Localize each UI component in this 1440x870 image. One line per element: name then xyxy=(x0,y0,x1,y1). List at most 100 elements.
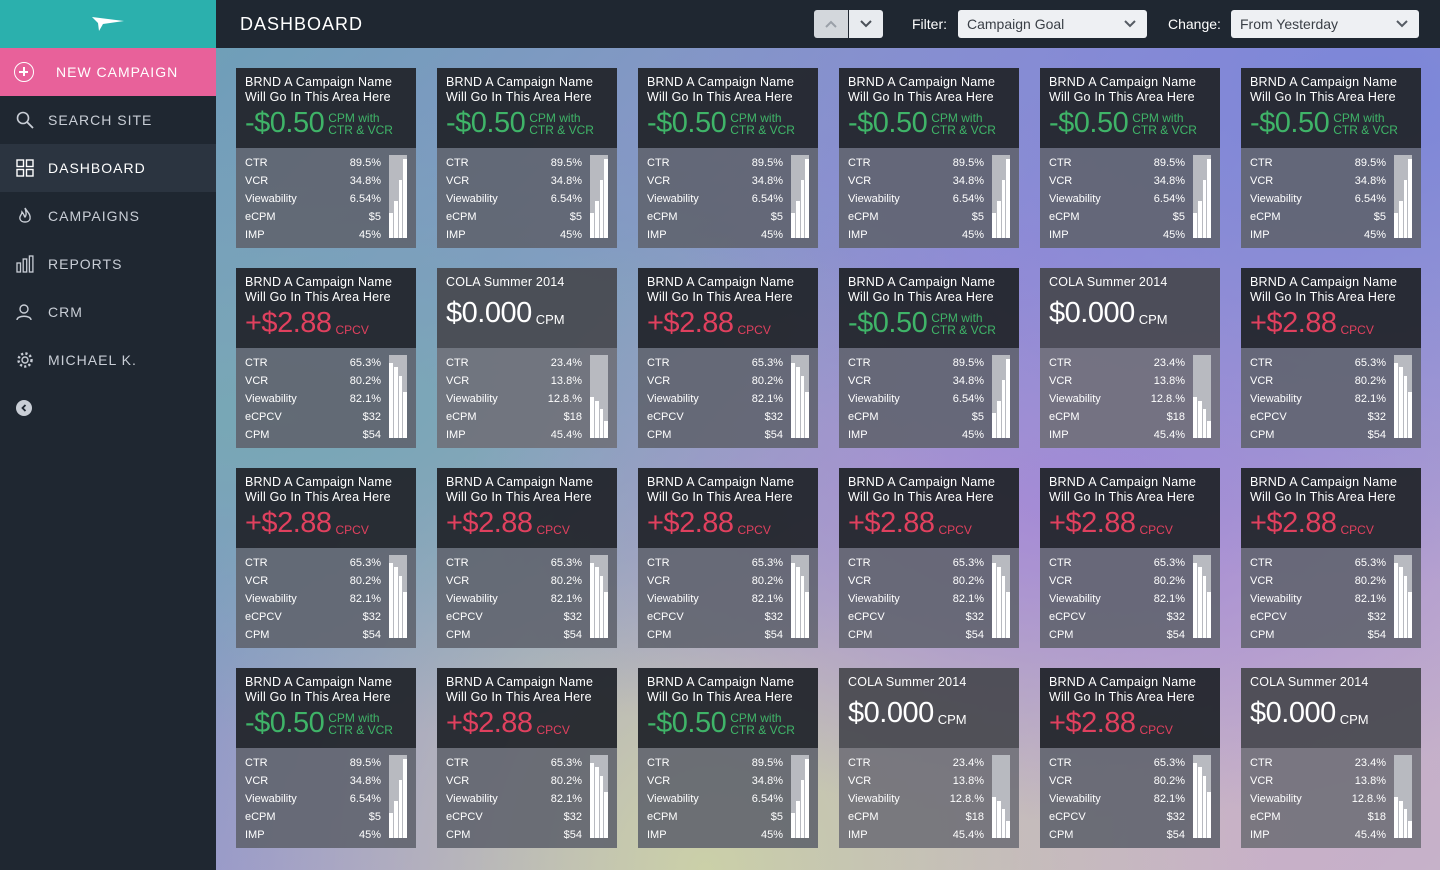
mini-bar-chart xyxy=(389,155,407,238)
metric-value: 80.2% xyxy=(952,575,984,587)
metric-label: CTR xyxy=(245,157,268,169)
metrics-list: CTR 89.5% VCR 34.8% Viewability 6.54% eCPM $5 IM… xyxy=(848,354,984,444)
metric-value: 80.2% xyxy=(1354,575,1386,587)
metric-row: CTR 65.3% xyxy=(446,554,582,572)
metric-value: 65.3% xyxy=(952,557,984,569)
campaign-card[interactable]: BRND A Campaign Name Will Go In This Are… xyxy=(1040,468,1220,648)
sidebar-item-label: SEARCH SITE xyxy=(48,112,153,128)
metric-label: VCR xyxy=(1250,775,1274,787)
metric-value: 34.8% xyxy=(1354,175,1386,187)
campaign-name: BRND A Campaign Name Will Go In This Are… xyxy=(245,475,393,504)
mini-bar xyxy=(996,400,1001,438)
sidebar-item-reports[interactable]: REPORTS xyxy=(0,240,216,288)
card-metrics: CTR 89.5% VCR 34.8% Viewability 6.54% eCPM $5 IM… xyxy=(1241,148,1421,248)
sidebar-item-search-site[interactable]: SEARCH SITE xyxy=(0,96,216,144)
mini-bar xyxy=(805,159,809,238)
metric-value: $54 xyxy=(1166,629,1185,641)
mini-bar xyxy=(1403,808,1408,838)
metric-label: IMP xyxy=(647,229,667,241)
campaign-card[interactable]: BRND A Campaign Name Will Go In This Are… xyxy=(638,668,818,848)
campaign-card[interactable]: BRND A Campaign Name Will Go In This Are… xyxy=(839,68,1019,248)
campaign-card[interactable]: BRND A Campaign Name Will Go In This Are… xyxy=(437,68,617,248)
metric-value: 82.1% xyxy=(550,793,582,805)
campaign-card[interactable]: BRND A Campaign Name Will Go In This Are… xyxy=(236,68,416,248)
metric-row: eCPM $5 xyxy=(245,208,381,226)
chevron-down-icon xyxy=(860,20,872,28)
mini-bar-chart xyxy=(1394,555,1412,638)
campaign-card[interactable]: COLA Summer 2014 $0.000 CPM CTR 23.4% VCR 13.8… xyxy=(1241,668,1421,848)
metric-value: 65.3% xyxy=(751,557,783,569)
collapse-sidebar-button[interactable] xyxy=(16,400,32,416)
metric-label: CTR xyxy=(1250,157,1273,169)
metric-row: Viewability 82.1% xyxy=(446,790,582,808)
campaign-card[interactable]: BRND A Campaign Name Will Go In This Are… xyxy=(236,668,416,848)
metric-label: eCPM xyxy=(647,211,678,223)
metric-label: eCPM xyxy=(1049,211,1080,223)
campaign-card[interactable]: BRND A Campaign Name Will Go In This Are… xyxy=(638,268,818,448)
metric-value: $32 xyxy=(764,611,783,623)
card-metrics: CTR 65.3% VCR 80.2% Viewability 82.1% eCPCV $32… xyxy=(1040,548,1220,648)
campaign-card[interactable]: BRND A Campaign Name Will Go In This Are… xyxy=(1040,68,1220,248)
metric-value: $54 xyxy=(563,829,582,841)
metric-row: Viewability 6.54% xyxy=(1049,190,1185,208)
metric-value: 13.8% xyxy=(550,375,582,387)
sort-down-button[interactable] xyxy=(849,10,883,38)
sidebar-item-dashboard[interactable]: DASHBOARD xyxy=(0,144,216,192)
campaign-card[interactable]: BRND A Campaign Name Will Go In This Are… xyxy=(1040,668,1220,848)
mini-bar xyxy=(1001,808,1006,838)
metric-row: eCPM $18 xyxy=(1250,808,1386,826)
mini-bar-chart xyxy=(791,755,809,838)
campaign-card[interactable]: BRND A Campaign Name Will Go In This Are… xyxy=(1241,68,1421,248)
metric-value: 89.5% xyxy=(751,157,783,169)
mini-bar xyxy=(1193,396,1197,438)
metric-value: 6.54% xyxy=(1354,193,1386,205)
change-select[interactable]: From Yesterday xyxy=(1231,10,1419,38)
metrics-list: CTR 65.3% VCR 80.2% Viewability 82.1% eCPCV $32… xyxy=(446,754,582,844)
campaign-card[interactable]: BRND A Campaign Name Will Go In This Are… xyxy=(839,268,1019,448)
campaign-card[interactable]: BRND A Campaign Name Will Go In This Are… xyxy=(437,468,617,648)
campaign-card[interactable]: BRND A Campaign Name Will Go In This Are… xyxy=(437,668,617,848)
chevron-up-icon xyxy=(825,20,837,28)
metric-label: Viewability xyxy=(848,793,900,805)
mini-bar xyxy=(805,592,809,638)
metric-value: 45% xyxy=(1363,229,1386,241)
metric-value: 45.4% xyxy=(952,829,984,841)
campaign-card[interactable]: BRND A Campaign Name Will Go In This Are… xyxy=(839,468,1019,648)
campaign-card[interactable]: BRND A Campaign Name Will Go In This Are… xyxy=(638,68,818,248)
metric-row: VCR 80.2% xyxy=(848,572,984,590)
campaign-card[interactable]: COLA Summer 2014 $0.000 CPM CTR 23.4% VCR 13.8… xyxy=(1040,268,1220,448)
campaign-card[interactable]: BRND A Campaign Name Will Go In This Are… xyxy=(236,468,416,648)
sidebar-item-crm[interactable]: CRM xyxy=(0,288,216,336)
metric-label: CPM xyxy=(1250,429,1275,441)
metric-row: Viewability 82.1% xyxy=(446,590,582,608)
metric-value: 34.8% xyxy=(550,175,582,187)
sidebar-item-label: CRM xyxy=(48,304,83,320)
sidebar-item-campaigns[interactable]: CAMPAIGNS xyxy=(0,192,216,240)
filter-select[interactable]: Campaign Goal xyxy=(958,10,1147,38)
campaign-card[interactable]: COLA Summer 2014 $0.000 CPM CTR 23.4% VCR 13.8… xyxy=(437,268,617,448)
metric-label: eCPCV xyxy=(1049,611,1086,623)
metric-label: CTR xyxy=(1250,357,1273,369)
campaign-name: BRND A Campaign Name Will Go In This Are… xyxy=(848,475,996,504)
mini-bar xyxy=(599,179,604,238)
metric-value: 80.2% xyxy=(1354,375,1386,387)
campaign-card[interactable]: BRND A Campaign Name Will Go In This Are… xyxy=(638,468,818,648)
campaign-value: $0.000 xyxy=(848,697,934,729)
campaign-card[interactable]: BRND A Campaign Name Will Go In This Are… xyxy=(1241,268,1421,448)
metric-label: CPM xyxy=(446,629,471,641)
campaign-value: +$2.88 xyxy=(1250,307,1337,339)
sidebar-item-michael-k[interactable]: MICHAEL K. xyxy=(0,336,216,384)
metric-row: Viewability 82.1% xyxy=(245,390,381,408)
campaign-value-unit: CPM xyxy=(1339,712,1369,727)
logo[interactable] xyxy=(0,0,216,48)
campaign-card[interactable]: BRND A Campaign Name Will Go In This Are… xyxy=(1241,468,1421,648)
metric-value: 12.8.% xyxy=(547,393,582,405)
metric-row: Viewability 82.1% xyxy=(1049,790,1185,808)
campaign-card[interactable]: BRND A Campaign Name Will Go In This Are… xyxy=(236,268,416,448)
mini-bar xyxy=(1403,375,1408,438)
campaign-card[interactable]: COLA Summer 2014 $0.000 CPM CTR 23.4% VCR 13.8… xyxy=(839,668,1019,848)
sort-up-button[interactable] xyxy=(814,10,848,38)
mini-bar xyxy=(604,592,608,638)
metric-row: eCPM $18 xyxy=(848,808,984,826)
new-campaign-button[interactable]: NEW CAMPAIGN xyxy=(0,48,216,96)
